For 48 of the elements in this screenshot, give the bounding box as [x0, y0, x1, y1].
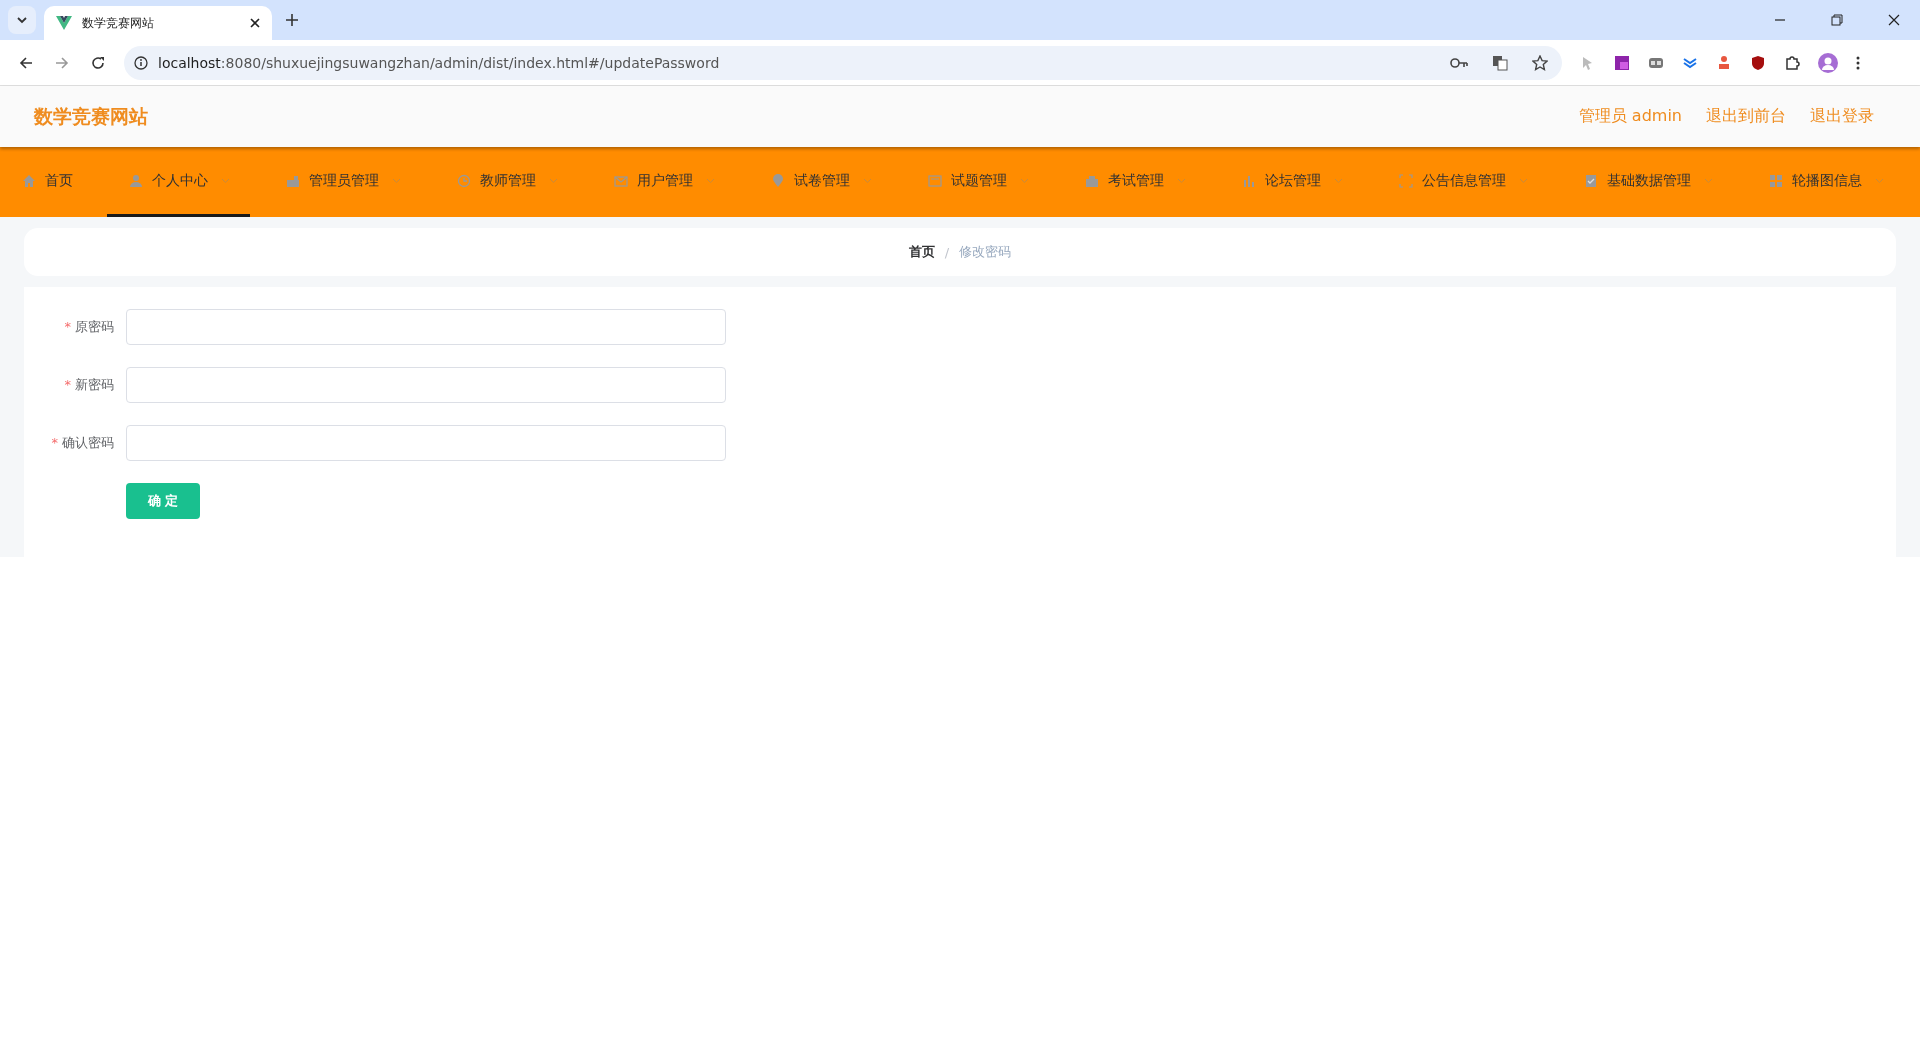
close-icon[interactable] — [1888, 14, 1900, 26]
tab-title: 数学竞赛网站 — [82, 14, 155, 32]
nav-menu-item[interactable]: 轮播图信息 — [1747, 147, 1904, 217]
breadcrumb-item: 修改密码 — [959, 243, 1012, 261]
back-icon[interactable] — [19, 55, 33, 70]
nav-menu-item[interactable]: 基础数据管理 — [1562, 147, 1733, 217]
field-label: 确认密码 — [62, 435, 114, 450]
breadcrumb-item[interactable]: 首页 — [908, 243, 935, 261]
nav-menu-item[interactable]: 试卷管理 — [749, 147, 892, 217]
nav-menu-item[interactable]: 论坛管理 — [1220, 147, 1363, 217]
more-icon[interactable] — [1856, 55, 1860, 70]
nav-menu-item[interactable]: 用户管理 — [592, 147, 735, 217]
tab-search-button[interactable] — [8, 6, 36, 34]
password-field[interactable] — [126, 367, 726, 403]
restore-icon[interactable] — [1831, 14, 1843, 26]
chevron-icon — [16, 16, 28, 24]
extension-icon[interactable] — [1716, 54, 1732, 71]
nav-menu-item[interactable]: 管理员管理 — [264, 147, 421, 217]
address-field[interactable]: localhost:8080/shuxuejingsuwangzhan/admin/dist/index.html#/updatePassword — [124, 45, 1562, 80]
field-label: 新密码 — [75, 377, 114, 392]
key-icon[interactable] — [1450, 56, 1468, 69]
nav-menu-item[interactable]: 考试管理 — [1063, 147, 1206, 217]
close-icon[interactable] — [250, 18, 260, 28]
shield-icon[interactable] — [1750, 54, 1766, 71]
password-field[interactable] — [126, 309, 726, 345]
new-tab-icon[interactable] — [286, 14, 298, 26]
star-icon[interactable] — [1532, 54, 1548, 71]
extension-icon[interactable] — [1614, 54, 1630, 71]
site-title: 数学竞赛网站 — [34, 103, 148, 129]
puzzle-icon[interactable] — [1784, 54, 1800, 71]
password-field[interactable] — [126, 425, 726, 461]
required-mark: * — [64, 377, 71, 392]
breadcrumb-separator: / — [944, 244, 950, 260]
reload-icon[interactable] — [91, 55, 105, 70]
url-text: localhost:8080/shuxuejingsuwangzhan/admin/dist/index.html#/updatePassword — [158, 54, 720, 71]
required-mark: * — [64, 319, 71, 334]
forward-icon[interactable] — [55, 55, 69, 70]
avatar-icon[interactable] — [1818, 52, 1838, 73]
nav-menu-item[interactable]: 教师管理 — [435, 147, 578, 217]
nav-menu-item[interactable]: 试题管理 — [906, 147, 1049, 217]
browser-tab[interactable]: 数学竞赛网站 — [44, 6, 272, 40]
translate-icon[interactable] — [1492, 54, 1508, 71]
nav-menu-item[interactable]: 公告信息管理 — [1377, 147, 1548, 217]
required-mark: * — [51, 435, 58, 450]
info-icon[interactable] — [134, 55, 148, 70]
field-label: 原密码 — [75, 319, 114, 334]
nav-menu-item[interactable]: 首页 — [0, 147, 93, 217]
vue-logo-icon — [56, 16, 72, 30]
